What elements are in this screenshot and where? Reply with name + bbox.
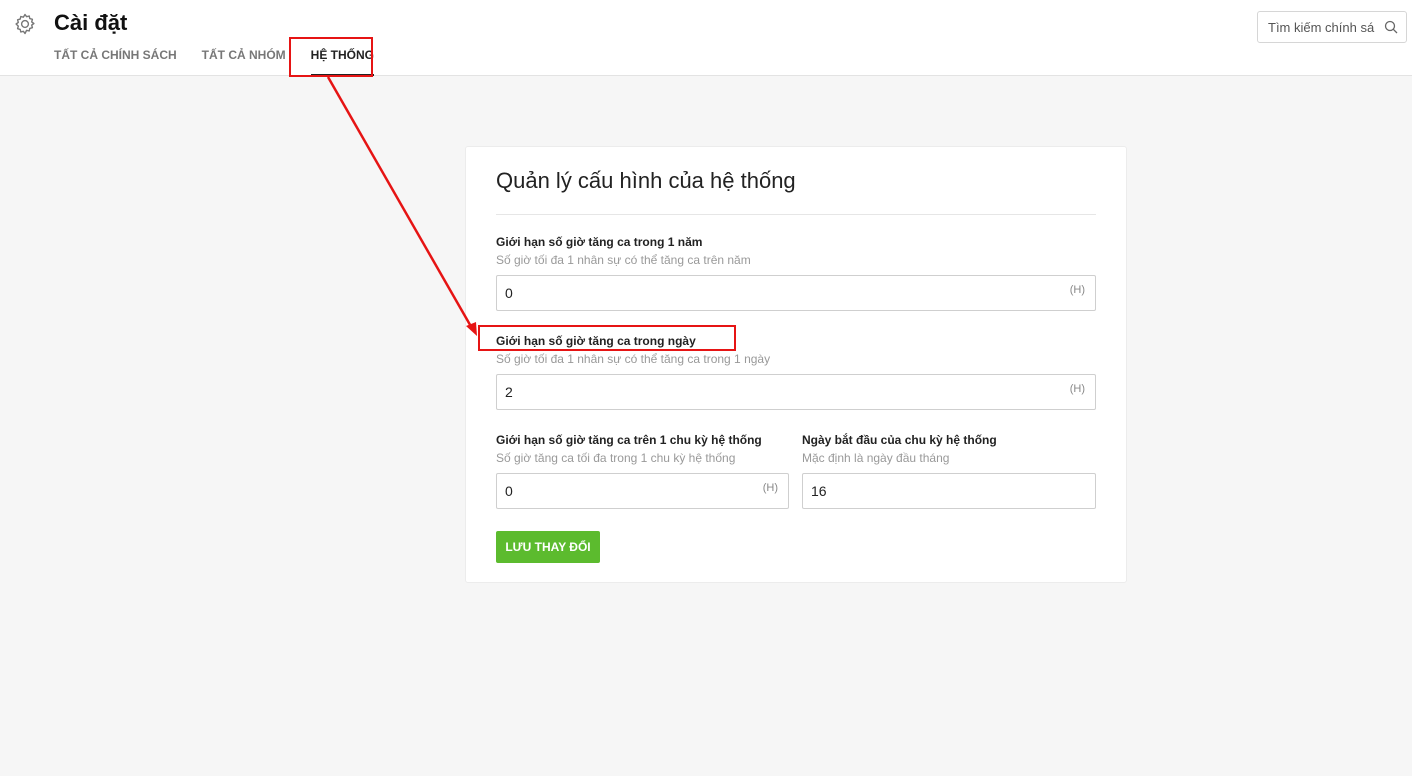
page-title: Cài đặt xyxy=(54,10,128,35)
field-help: Số giờ tối đa 1 nhân sự có thể tăng ca t… xyxy=(496,352,771,366)
input-box: (H) xyxy=(496,275,1096,311)
card-title: Quản lý cấu hình của hệ thống xyxy=(496,168,796,193)
field-label: Giới hạn số giờ tăng ca trong 1 năm xyxy=(496,235,703,249)
divider xyxy=(496,214,1096,215)
tab-all-groups[interactable]: TẤT CẢ NHÓM xyxy=(202,48,286,76)
field-help: Số giờ tối đa 1 nhân sự có thể tăng ca t… xyxy=(496,253,751,267)
field-help: Mặc định là ngày đầu tháng xyxy=(802,451,950,465)
gear-icon xyxy=(15,13,35,35)
field-cycle-overtime-limit: Giới hạn số giờ tăng ca trên 1 chu kỳ hệ… xyxy=(496,432,789,509)
system-config-card: Quản lý cấu hình của hệ thống Giới hạn s… xyxy=(465,146,1127,583)
tab-all-policies[interactable]: TẤT CẢ CHÍNH SÁCH xyxy=(54,48,177,76)
field-help: Số giờ tăng ca tối đa trong 1 chu kỳ hệ … xyxy=(496,451,736,465)
field-yearly-overtime-limit: Giới hạn số giờ tăng ca trong 1 năm Số g… xyxy=(496,234,1096,311)
input-box xyxy=(802,473,1096,509)
unit-label: (H) xyxy=(762,482,778,494)
field-label: Giới hạn số giờ tăng ca trong ngày xyxy=(496,334,696,348)
daily-overtime-input[interactable] xyxy=(505,375,1014,409)
cycle-overtime-input[interactable] xyxy=(505,474,753,508)
field-cycle-start-day: Ngày bắt đầu của chu kỳ hệ thống Mặc địn… xyxy=(802,432,1096,509)
search-icon[interactable] xyxy=(1384,20,1398,34)
search-input[interactable] xyxy=(1268,12,1378,42)
top-bar: Cài đặt TẤT CẢ CHÍNH SÁCH TẤT CẢ NHÓM HỆ… xyxy=(0,0,1412,76)
cycle-start-day-input[interactable] xyxy=(811,474,1060,508)
tab-system[interactable]: HỆ THỐNG xyxy=(310,48,375,76)
yearly-overtime-input[interactable] xyxy=(505,276,1014,310)
input-box: (H) xyxy=(496,473,789,509)
save-changes-button[interactable]: LƯU THAY ĐỔI xyxy=(496,531,600,563)
field-label: Giới hạn số giờ tăng ca trên 1 chu kỳ hệ… xyxy=(496,433,762,447)
search-box xyxy=(1257,11,1407,43)
field-label: Ngày bắt đầu của chu kỳ hệ thống xyxy=(802,433,997,447)
field-daily-overtime-limit: Giới hạn số giờ tăng ca trong ngày Số gi… xyxy=(496,333,1096,410)
unit-label: (H) xyxy=(1069,383,1085,395)
tab-bar: TẤT CẢ CHÍNH SÁCH TẤT CẢ NHÓM HỆ THỐNG xyxy=(54,48,399,76)
unit-label: (H) xyxy=(1069,284,1085,296)
input-box: (H) xyxy=(496,374,1096,410)
